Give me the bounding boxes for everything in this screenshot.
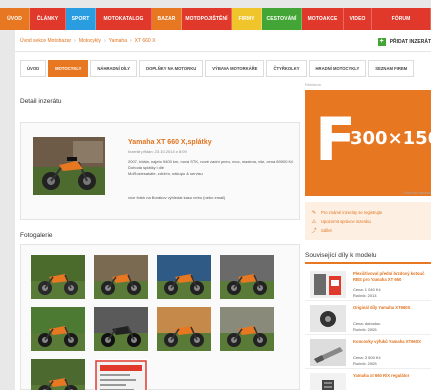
action-label: Pro známé inzeráty se registrujte — [321, 210, 383, 215]
plus-icon: + — [377, 37, 386, 46]
related-item-title[interactable]: Yamaha xt 660 R/X regulátor — [353, 373, 429, 379]
detail-heading: Detail inzerátu — [20, 98, 62, 105]
related-item[interactable]: Yamaha xt 660 R/X regulátorCena: 500 Kč — [305, 370, 431, 390]
breadcrumb-link[interactable]: Úvod sekce Motobazar — [20, 38, 71, 44]
warning-icon: ⚠ — [311, 218, 317, 225]
nav-item[interactable]: MOTOAKCE — [302, 8, 344, 30]
listing-date: Inzerát přidán: 23.10.2014 v 8:09 — [128, 149, 187, 154]
related-item-title[interactable]: Plexičtivoval přední brzdový kotouč RBS … — [353, 271, 429, 282]
gallery-thumbnail[interactable] — [220, 255, 274, 299]
listing-detail: Yamaha XT 660 X,splátky Inzerát přidán: … — [20, 122, 300, 220]
related-item-image[interactable] — [310, 339, 346, 366]
category-tab[interactable]: DOPLŇKY NA MOTORKU — [139, 60, 204, 77]
category-tab[interactable]: HRADNÍ MOTOCYKLY — [308, 60, 367, 77]
add-listing-label: PŘIDAT INZERÁT — [389, 38, 431, 45]
category-tab[interactable]: NÁHRADNÍ DÍLY — [90, 60, 138, 77]
nav-item[interactable]: FIRMY — [232, 8, 262, 30]
ad-note[interactable]: Objednat reklamu — [403, 191, 431, 195]
gallery-thumbnail[interactable] — [94, 307, 148, 351]
ad-size-label: 300×150 — [350, 128, 431, 149]
breadcrumb-separator: › — [129, 37, 132, 44]
share-icon: ⤴ — [311, 228, 317, 234]
breadcrumb-link[interactable]: Yamaha — [109, 38, 127, 44]
photo-gallery — [20, 244, 300, 390]
action-link[interactable]: ⚠ Upozornit správce inzerátu — [311, 217, 425, 226]
category-tab[interactable]: SEZNAM FIREM — [368, 60, 415, 77]
breadcrumb-link[interactable]: Motocykly — [79, 38, 101, 44]
gallery-thumbnail[interactable] — [157, 307, 211, 351]
related-item-year: Ročník: 2014 — [353, 293, 377, 298]
nav-item[interactable]: ČLÁNKY — [30, 8, 66, 30]
related-item[interactable]: Originál díly Yamaha XT660X Cena: dohodou… — [305, 302, 431, 335]
action-label: Sdílet — [321, 228, 332, 233]
page-content: Úvod sekce Motobazar › Motocykly › Yamaha › XT… — [15, 30, 431, 390]
gallery-thumbnail[interactable] — [31, 255, 85, 299]
related-item-image[interactable] — [310, 305, 346, 332]
action-link[interactable]: ⤴ Sdílet — [311, 226, 425, 235]
related-item-image[interactable] — [310, 373, 346, 390]
nav-item[interactable]: ÚVOD — [0, 8, 30, 30]
related-item-title[interactable]: Koncovky výfuků Yamaha XT660X — [353, 339, 429, 345]
related-item[interactable]: Plexičtivoval přední brzdový kotouč RBS … — [305, 268, 431, 301]
listing-main-photo[interactable] — [33, 137, 105, 195]
nav-item[interactable]: VIDEO — [344, 8, 372, 30]
nav-item[interactable]: CESTOVÁNÍ — [262, 8, 302, 30]
category-tabs: ÚVOD MOTOCYKLY NÁHRADNÍ DÍLY DOPLŇKY NA MOT… — [20, 60, 416, 77]
category-tab[interactable]: MOTOCYKLY — [48, 60, 89, 77]
related-heading: Související díly k modelu — [305, 252, 377, 259]
category-tab[interactable]: ÚVOD — [20, 60, 47, 77]
breadcrumb: Úvod sekce Motobazar › Motocykly › Yamaha › XT… — [15, 30, 431, 52]
listing-title[interactable]: Yamaha XT 660 X,splátky — [128, 139, 212, 146]
gallery-heading: Fotogalerie — [20, 232, 53, 239]
nav-item[interactable]: SPORT — [66, 8, 96, 30]
nav-item[interactable]: MOTOKATALOG — [96, 8, 152, 30]
category-tab[interactable]: VÝBAVA MOTORKÁŘE — [205, 60, 265, 77]
nav-item[interactable]: MOTOPOJIŠTĚNÍ — [182, 8, 232, 30]
listing-description: 2007, bílála, najeto 9400 km, nová STK, … — [128, 159, 296, 177]
gallery-thumbnail[interactable] — [157, 255, 211, 299]
gallery-thumbnail[interactable] — [31, 359, 85, 390]
related-item-price: Cena: dohodou — [353, 321, 381, 326]
breadcrumb-link[interactable]: XT 660 X — [135, 38, 156, 44]
listing-actions: ✎ Pro známé inzeráty se registrujte ⚠ Upozo… — [305, 202, 431, 240]
related-divider — [305, 262, 431, 264]
related-item-price: Cena: 3 500 Kč — [353, 355, 381, 360]
listing-contact: MoRoziesakáte, zdržím, nákupu & servisu — [128, 171, 203, 176]
nav-item[interactable]: FÓRUM — [372, 8, 431, 30]
gallery-thumbnail[interactable] — [94, 255, 148, 299]
related-item-title[interactable]: Originál díly Yamaha XT660X — [353, 305, 429, 311]
breadcrumb-separator: › — [74, 37, 76, 44]
related-item-price: Cena: 1 040 Kč — [353, 287, 381, 292]
related-item-year: Ročník: 2005 — [353, 327, 377, 332]
category-tab[interactable]: ČTYŘKOLKY — [266, 60, 307, 77]
gallery-thumbnail[interactable] — [220, 307, 274, 351]
ad-banner[interactable]: F 300×150 — [305, 90, 431, 196]
add-listing-button[interactable]: + PŘIDAT INZERÁT — [377, 36, 431, 47]
top-navigation: ÚVOD ČLÁNKY SPORT MOTOKATALOG BAZAR MOTOPOJIŠ… — [0, 8, 431, 30]
related-item-image[interactable] — [310, 271, 346, 298]
ad-source: Reklama — [305, 82, 321, 87]
pin-icon: ✎ — [311, 209, 317, 216]
gallery-thumbnail[interactable] — [94, 359, 148, 390]
listing-more-info: více fotek na Borákov výhledat kasu nebo… — [128, 195, 226, 200]
related-item-year: Ročník: 2005 — [353, 361, 377, 366]
action-link[interactable]: ✎ Pro známé inzeráty se registrujte — [311, 208, 425, 217]
nav-item[interactable]: BAZAR — [152, 8, 182, 30]
gallery-thumbnail[interactable] — [31, 307, 85, 351]
breadcrumb-separator: › — [104, 37, 106, 44]
action-label: Upozornit správce inzerátu — [321, 219, 371, 224]
related-item[interactable]: Koncovky výfuků Yamaha XT660X Cena: 3 500… — [305, 336, 431, 369]
